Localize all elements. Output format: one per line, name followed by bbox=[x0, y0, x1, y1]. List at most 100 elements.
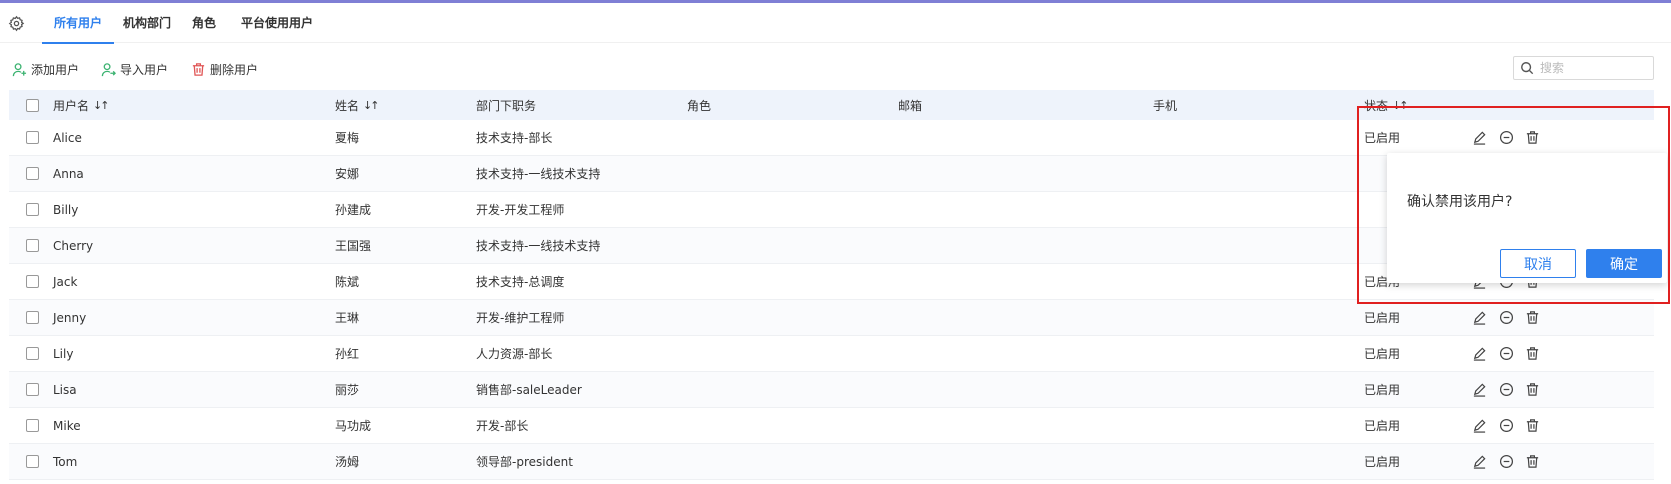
column-status-label: 状态 bbox=[1364, 98, 1389, 113]
add-user-button[interactable]: 添加用户 bbox=[12, 61, 79, 78]
cell-status: 已启用 bbox=[1364, 455, 1401, 469]
sort-icon[interactable]: ↓↑ bbox=[363, 99, 380, 112]
gear-icon[interactable] bbox=[8, 15, 25, 32]
popover-message: 确认禁用该用户? bbox=[1407, 194, 1513, 210]
edit-icon[interactable] bbox=[1472, 408, 1487, 443]
tab-bar: 所有用户 机构部门 角色 平台使用用户 bbox=[0, 3, 1671, 44]
minus-circle-icon[interactable] bbox=[1499, 408, 1514, 443]
cell-username: Jenny bbox=[53, 310, 87, 325]
cell-status: 已启用 bbox=[1364, 311, 1401, 325]
column-header-status[interactable]: 状态 ↓↑ bbox=[1364, 90, 1409, 120]
cell-department: 领导部-president bbox=[476, 455, 573, 469]
import-user-button[interactable]: 导入用户 bbox=[101, 61, 168, 78]
search-box bbox=[1513, 56, 1654, 80]
cell-username: Lisa bbox=[53, 382, 77, 397]
delete-user-label: 删除用户 bbox=[210, 63, 259, 77]
edit-icon[interactable] bbox=[1472, 120, 1487, 155]
edit-icon[interactable] bbox=[1472, 300, 1487, 335]
row-checkbox[interactable] bbox=[26, 167, 39, 180]
edit-icon[interactable] bbox=[1472, 444, 1487, 479]
cell-department: 人力资源-部长 bbox=[476, 347, 553, 361]
import-user-icon bbox=[101, 63, 116, 77]
user-table: 用户名 ↓↑ 姓名 ↓↑ 部门下职务 角色 邮箱 手机 状态 ↓↑ Alice 夏梅 技术… bbox=[9, 90, 1654, 480]
minus-circle-icon[interactable] bbox=[1499, 444, 1514, 479]
table-row[interactable]: Lisa 丽莎 销售部-saleLeader 已启用 bbox=[9, 372, 1654, 408]
cell-status: 已启用 bbox=[1364, 131, 1401, 145]
delete-user-button[interactable]: 删除用户 bbox=[191, 61, 258, 78]
column-header-department: 部门下职务 bbox=[476, 98, 537, 113]
cancel-button[interactable]: 取消 bbox=[1500, 249, 1576, 278]
cell-status: 已启用 bbox=[1364, 347, 1401, 361]
edit-icon[interactable] bbox=[1472, 336, 1487, 371]
table-row[interactable]: Lily 孙红 人力资源-部长 已启用 bbox=[9, 336, 1654, 372]
minus-circle-icon[interactable] bbox=[1499, 372, 1514, 407]
minus-circle-icon[interactable] bbox=[1499, 120, 1514, 155]
edit-icon[interactable] bbox=[1472, 372, 1487, 407]
cell-name: 孙红 bbox=[335, 347, 360, 361]
cell-username: Cherry bbox=[53, 238, 94, 253]
search-icon bbox=[1521, 62, 1534, 75]
table-header: 用户名 ↓↑ 姓名 ↓↑ 部门下职务 角色 邮箱 手机 状态 ↓↑ bbox=[9, 90, 1654, 120]
cell-username: Billy bbox=[53, 202, 79, 217]
column-header-name[interactable]: 姓名 ↓↑ bbox=[335, 90, 380, 120]
row-checkbox[interactable] bbox=[26, 419, 39, 432]
tab-departments[interactable]: 机构部门 bbox=[123, 3, 171, 43]
column-username-label: 用户名 bbox=[53, 98, 90, 113]
cell-name: 汤姆 bbox=[335, 455, 360, 469]
cell-department: 开发-部长 bbox=[476, 419, 529, 433]
minus-circle-icon[interactable] bbox=[1499, 300, 1514, 335]
column-header-email: 邮箱 bbox=[898, 98, 923, 113]
cell-name: 王琳 bbox=[335, 311, 360, 325]
row-checkbox[interactable] bbox=[26, 383, 39, 396]
cell-username: Lily bbox=[53, 346, 74, 361]
table-row[interactable]: Tom 汤姆 领导部-president 已启用 bbox=[9, 444, 1654, 480]
trash-icon[interactable] bbox=[1525, 120, 1540, 155]
row-checkbox[interactable] bbox=[26, 131, 39, 144]
cell-status: 已启用 bbox=[1364, 419, 1401, 433]
trash-icon[interactable] bbox=[1525, 408, 1540, 443]
sort-icon[interactable]: ↓↑ bbox=[93, 99, 110, 112]
table-row[interactable]: Jenny 王琳 开发-维护工程师 已启用 bbox=[9, 300, 1654, 336]
row-checkbox[interactable] bbox=[26, 347, 39, 360]
sort-icon[interactable]: ↓↑ bbox=[1392, 99, 1409, 112]
row-checkbox[interactable] bbox=[26, 275, 39, 288]
tab-roles[interactable]: 角色 bbox=[192, 3, 216, 43]
cell-username: Jack bbox=[53, 274, 78, 289]
cell-department: 技术支持-一线技术支持 bbox=[476, 239, 601, 253]
cell-department: 技术支持-总调度 bbox=[476, 275, 565, 289]
column-header-phone: 手机 bbox=[1153, 98, 1178, 113]
row-checkbox[interactable] bbox=[26, 455, 39, 468]
cell-username: Alice bbox=[53, 130, 82, 145]
table-row[interactable]: Mike 马功成 开发-部长 已启用 bbox=[9, 408, 1654, 444]
row-checkbox[interactable] bbox=[26, 239, 39, 252]
cell-status: 已启用 bbox=[1364, 383, 1401, 397]
add-user-label: 添加用户 bbox=[31, 63, 80, 77]
toolbar: 添加用户 导入用户 删除用户 bbox=[0, 43, 1671, 89]
cell-department: 技术支持-一线技术支持 bbox=[476, 167, 601, 181]
search-input[interactable] bbox=[1540, 61, 1640, 75]
column-header-role: 角色 bbox=[687, 98, 712, 113]
cell-name: 丽莎 bbox=[335, 383, 360, 397]
cell-name: 夏梅 bbox=[335, 131, 360, 145]
tab-all-users[interactable]: 所有用户 bbox=[41, 3, 115, 44]
import-user-label: 导入用户 bbox=[120, 63, 169, 77]
trash-icon[interactable] bbox=[1525, 300, 1540, 335]
confirm-button[interactable]: 确定 bbox=[1586, 249, 1662, 278]
cell-name: 安娜 bbox=[335, 167, 360, 181]
cell-username: Tom bbox=[53, 454, 78, 469]
cell-name: 马功成 bbox=[335, 419, 372, 433]
column-header-username[interactable]: 用户名 ↓↑ bbox=[53, 90, 110, 120]
row-checkbox[interactable] bbox=[26, 311, 39, 324]
tab-platform-users[interactable]: 平台使用用户 bbox=[241, 3, 313, 43]
cell-name: 陈斌 bbox=[335, 275, 360, 289]
table-row[interactable]: Alice 夏梅 技术支持-部长 已启用 bbox=[9, 120, 1654, 156]
disable-confirm-popover: 确认禁用该用户? 取消 确定 bbox=[1387, 153, 1667, 283]
minus-circle-icon[interactable] bbox=[1499, 336, 1514, 371]
trash-icon[interactable] bbox=[1525, 336, 1540, 371]
trash-icon[interactable] bbox=[1525, 444, 1540, 479]
trash-icon[interactable] bbox=[1525, 372, 1540, 407]
cell-username: Mike bbox=[53, 418, 81, 433]
select-all-checkbox[interactable] bbox=[26, 98, 39, 112]
row-checkbox[interactable] bbox=[26, 203, 39, 216]
cell-name: 孙建成 bbox=[335, 203, 372, 217]
